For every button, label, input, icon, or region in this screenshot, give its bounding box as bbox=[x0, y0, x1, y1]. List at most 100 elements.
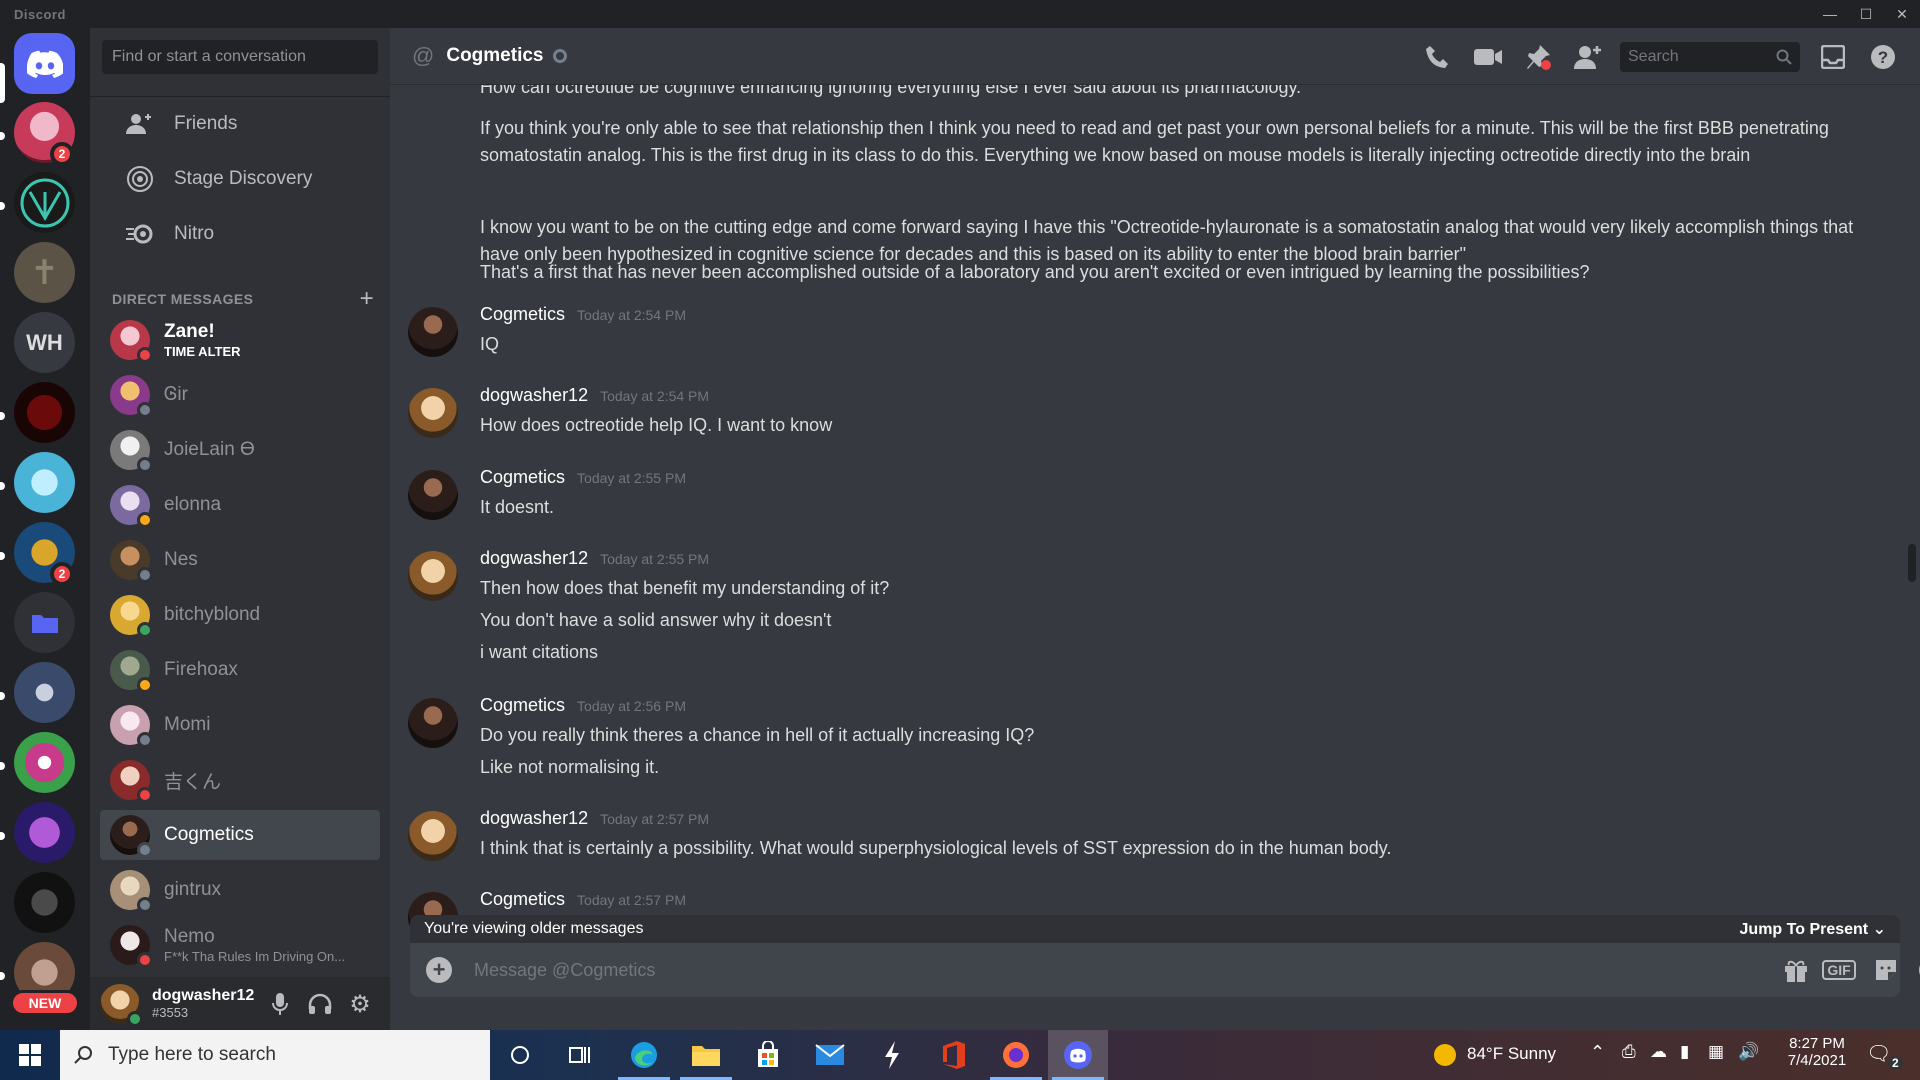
channel-search-input[interactable]: Search bbox=[1620, 42, 1800, 72]
emoji-icon[interactable] bbox=[1915, 955, 1920, 985]
dm-item[interactable]: Nes bbox=[100, 535, 380, 585]
dm-item[interactable]: bitchyblond bbox=[100, 590, 380, 640]
close-icon[interactable]: ✕ bbox=[1884, 0, 1920, 28]
unread-indicator bbox=[0, 412, 5, 420]
help-icon[interactable]: ? bbox=[1865, 41, 1901, 73]
bolt-app-icon[interactable] bbox=[862, 1030, 922, 1080]
maximize-icon[interactable]: ☐ bbox=[1848, 0, 1884, 28]
chevron-down-icon: ⌄ bbox=[1872, 921, 1886, 938]
task-view-icon[interactable] bbox=[550, 1030, 610, 1080]
server-icon-wh[interactable]: WH bbox=[14, 312, 75, 373]
headphones-icon[interactable] bbox=[305, 989, 335, 1019]
scrollbar[interactable] bbox=[1908, 88, 1916, 908]
dm-item[interactable]: Firehoax bbox=[100, 645, 380, 695]
edge-icon[interactable] bbox=[614, 1030, 674, 1080]
message-author[interactable]: Cogmetics bbox=[480, 889, 565, 910]
server-icon-dna[interactable] bbox=[14, 452, 75, 513]
server-icon-neuron[interactable] bbox=[14, 662, 75, 723]
server-folder-button[interactable] bbox=[14, 592, 75, 653]
onedrive-icon[interactable]: ☁ bbox=[1650, 1042, 1667, 1062]
message-author[interactable]: Cogmetics bbox=[480, 304, 565, 325]
message-header: dogwasher12 Today at 2:54 PM bbox=[480, 385, 709, 406]
cortana-icon[interactable] bbox=[490, 1030, 550, 1080]
user-name: dogwasher12 bbox=[152, 987, 255, 1004]
nav-stage-discovery[interactable]: Stage Discovery bbox=[100, 155, 380, 203]
dm-item[interactable]: JoieLain ϴ bbox=[100, 425, 380, 475]
server-icon-cross[interactable]: ✝ bbox=[14, 242, 75, 303]
dm-item[interactable]: Momi bbox=[100, 700, 380, 750]
avatar bbox=[110, 320, 153, 363]
start-button[interactable] bbox=[0, 1030, 60, 1080]
tray-device-icon[interactable]: ⎙ bbox=[1622, 1042, 1636, 1062]
avatar[interactable] bbox=[408, 470, 458, 520]
message-author[interactable]: Cogmetics bbox=[480, 467, 565, 488]
dm-item[interactable]: Zane! TIME ALTER bbox=[100, 315, 380, 365]
dm-name: Cogmetics bbox=[164, 824, 254, 845]
pinned-messages-icon[interactable] bbox=[1520, 41, 1556, 73]
scrollbar-thumb[interactable] bbox=[1908, 544, 1916, 582]
weather-text[interactable]: 84°F Sunny bbox=[1467, 1044, 1556, 1064]
server-icon-tree[interactable] bbox=[14, 172, 75, 233]
avatar bbox=[110, 925, 153, 968]
dm-item[interactable]: elonna bbox=[100, 480, 380, 530]
dm-item[interactable]: Ꮆir bbox=[100, 370, 380, 420]
store-icon[interactable] bbox=[738, 1030, 798, 1080]
message-timestamp: Today at 2:57 PM bbox=[577, 892, 686, 908]
add-friend-icon[interactable] bbox=[1570, 41, 1606, 73]
message-timestamp: Today at 2:57 PM bbox=[600, 811, 710, 827]
office-icon[interactable] bbox=[924, 1030, 984, 1080]
volume-icon[interactable]: 🔊 bbox=[1738, 1042, 1759, 1062]
dm-item[interactable]: 吉くん bbox=[100, 755, 380, 805]
nav-nitro[interactable]: Nitro bbox=[100, 210, 380, 258]
message-author[interactable]: dogwasher12 bbox=[480, 548, 588, 569]
message-author[interactable]: dogwasher12 bbox=[480, 385, 588, 406]
voice-call-icon[interactable] bbox=[1420, 41, 1456, 73]
avatar[interactable] bbox=[408, 388, 458, 438]
firefox-icon[interactable] bbox=[986, 1030, 1046, 1080]
taskbar-search-input[interactable]: Type here to search bbox=[60, 1030, 490, 1080]
server-icon-seal[interactable] bbox=[14, 872, 75, 933]
tray-chevron-icon[interactable]: ⌃ bbox=[1590, 1042, 1605, 1063]
attach-plus-icon[interactable]: + bbox=[426, 957, 452, 983]
network-icon[interactable]: ▦ bbox=[1708, 1042, 1724, 1062]
jump-to-present-button[interactable]: Jump To Present ⌄ bbox=[1740, 919, 1886, 939]
create-dm-plus-icon[interactable]: + bbox=[360, 285, 374, 313]
dm-search-input[interactable]: Find or start a conversation bbox=[102, 40, 378, 74]
dm-item[interactable]: Nemo F**k Tha Rules Im Driving On... bbox=[100, 920, 380, 970]
friends-icon bbox=[124, 108, 156, 140]
mail-icon[interactable] bbox=[800, 1030, 860, 1080]
discord-home-button[interactable] bbox=[14, 33, 75, 94]
gif-button[interactable]: GIF bbox=[1820, 955, 1858, 985]
inbox-icon[interactable] bbox=[1815, 41, 1851, 73]
message-author[interactable]: Cogmetics bbox=[480, 695, 565, 716]
user-discriminator: #3553 bbox=[152, 1005, 189, 1020]
avatar[interactable] bbox=[408, 307, 458, 357]
avatar[interactable] bbox=[408, 698, 458, 748]
message-text: Like not normalising it. bbox=[480, 757, 660, 777]
server-icon-molecule[interactable] bbox=[14, 732, 75, 793]
file-explorer-icon[interactable] bbox=[676, 1030, 736, 1080]
video-call-icon[interactable] bbox=[1470, 41, 1506, 73]
user-avatar[interactable] bbox=[100, 983, 143, 1027]
server-icon-dark[interactable] bbox=[14, 382, 75, 443]
microphone-icon[interactable] bbox=[265, 989, 295, 1019]
discord-taskbar-icon[interactable] bbox=[1048, 1030, 1108, 1080]
server-icon-brain[interactable] bbox=[14, 802, 75, 863]
message-author[interactable]: dogwasher12 bbox=[480, 808, 588, 829]
weather-sun-icon[interactable] bbox=[1425, 1030, 1465, 1080]
sticker-icon[interactable] bbox=[1870, 955, 1902, 985]
nav-friends[interactable]: Friends bbox=[100, 100, 380, 148]
clock[interactable]: 8:27 PM 7/4/2021 bbox=[1782, 1035, 1852, 1069]
avatar[interactable] bbox=[408, 811, 458, 861]
gift-icon[interactable] bbox=[1780, 955, 1812, 985]
avatar[interactable] bbox=[408, 551, 458, 601]
message-input[interactable]: Message @Cogmetics bbox=[474, 960, 655, 981]
dm-item[interactable]: gintrux bbox=[100, 865, 380, 915]
settings-gear-icon[interactable]: ⚙ bbox=[345, 989, 375, 1019]
new-badge: NEW bbox=[10, 990, 80, 1016]
dm-item-selected[interactable]: Cogmetics bbox=[100, 810, 380, 860]
minimize-icon[interactable]: — bbox=[1812, 0, 1848, 28]
dm-name: Zane! bbox=[164, 321, 215, 342]
clock-date: 7/4/2021 bbox=[1787, 1052, 1847, 1069]
battery-icon[interactable]: ▮ bbox=[1680, 1042, 1689, 1062]
